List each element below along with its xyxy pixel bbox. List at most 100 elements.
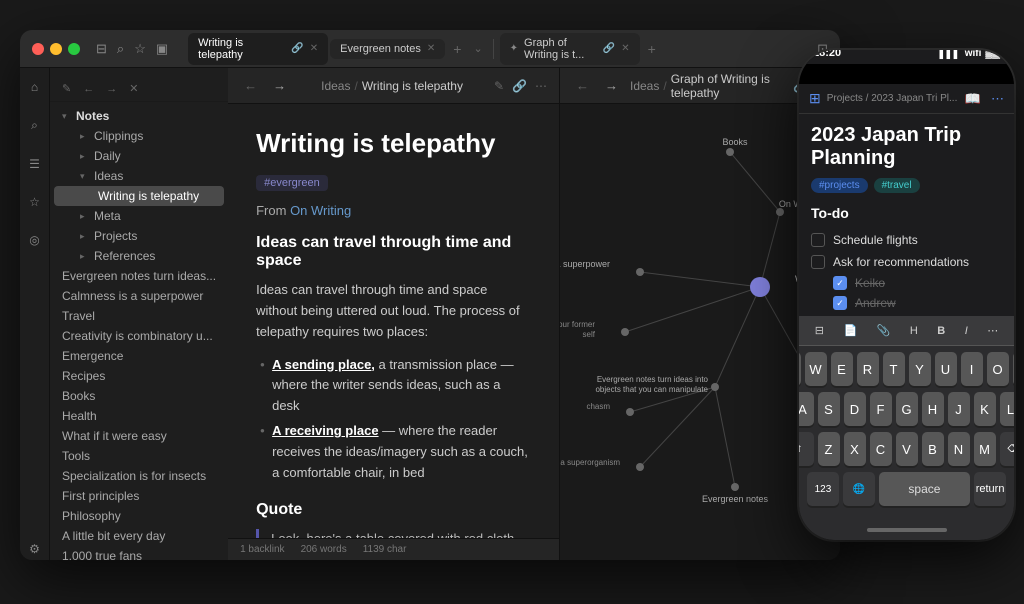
kb-icon-file[interactable]: 📄 [839, 322, 861, 339]
key-v[interactable]: V [896, 432, 918, 466]
key-space[interactable]: space [879, 472, 970, 506]
tab-close-icon[interactable]: ✕ [621, 43, 629, 54]
key-j[interactable]: J [948, 392, 970, 426]
key-s[interactable]: S [818, 392, 840, 426]
key-k[interactable]: K [974, 392, 996, 426]
home-bar[interactable] [867, 528, 947, 532]
kb-icon-table[interactable]: ⊟ [811, 322, 828, 339]
nav-icon-starred[interactable]: ☆ [25, 191, 44, 213]
kb-icon-more[interactable]: ⋯ [983, 322, 1002, 339]
phone-todo-recommendations[interactable]: Ask for recommendations [811, 251, 1002, 273]
key-x[interactable]: X [844, 432, 866, 466]
phone-tag-travel[interactable]: #travel [874, 178, 920, 193]
sidebar-item-projects[interactable]: ▸ Projects [54, 226, 224, 246]
graph-content[interactable]: Books On Writing Calmness is a superpowe… [560, 104, 840, 560]
sidebar-item-creativity[interactable]: Creativity is combinatory u... [54, 326, 224, 346]
tabs-menu-button[interactable]: ⌄ [469, 40, 486, 57]
key-u[interactable]: U [935, 352, 957, 386]
checkbox-andrew[interactable] [833, 296, 847, 310]
more-icon[interactable]: ⋯ [535, 79, 547, 93]
back-button[interactable]: ← [240, 76, 261, 95]
key-shift[interactable]: ⇧ [799, 432, 814, 466]
new-tab-button[interactable]: + [447, 39, 467, 59]
backlinks-status[interactable]: 1 backlink [240, 544, 284, 555]
kb-icon-bold[interactable]: B [933, 323, 949, 339]
sidebar-item-1000fans[interactable]: 1,000 true fans [54, 546, 224, 560]
key-h[interactable]: H [922, 392, 944, 426]
tab-graph[interactable]: ✦ Graph of Writing is t... 🔗 ✕ [500, 33, 640, 65]
key-r[interactable]: R [857, 352, 879, 386]
breadcrumb-parent-graph[interactable]: Ideas [630, 79, 659, 93]
forward-button[interactable]: → [269, 76, 290, 95]
sidebar-item-firstprinciples[interactable]: First principles [54, 486, 224, 506]
key-e[interactable]: E [831, 352, 853, 386]
key-q[interactable]: Q [799, 352, 801, 386]
key-d[interactable]: D [844, 392, 866, 426]
key-p[interactable]: P [1013, 352, 1015, 386]
key-c[interactable]: C [870, 432, 892, 466]
sidebar-item-evergreen[interactable]: Evergreen notes turn ideas... [54, 266, 224, 286]
tab-close-icon[interactable]: ✕ [310, 43, 318, 54]
key-m[interactable]: M [974, 432, 996, 466]
kb-icon-paperclip[interactable]: 📎 [873, 322, 895, 339]
tab-writing-telepathy[interactable]: Writing is telepathy 🔗 ✕ [188, 33, 328, 65]
phone-breadcrumb[interactable]: Projects / 2023 Japan Tri Pl... [827, 93, 958, 104]
sidebar-item-whatifit[interactable]: What if it were easy [54, 426, 224, 446]
key-a[interactable]: A [799, 392, 814, 426]
breadcrumb-parent[interactable]: Ideas [321, 79, 350, 93]
nav-icon-settings[interactable]: ⚙ [25, 538, 44, 560]
key-w[interactable]: W [805, 352, 827, 386]
key-z[interactable]: Z [818, 432, 840, 466]
sidebar-item-philosophy[interactable]: Philosophy [54, 506, 224, 526]
tab-evergreen-notes[interactable]: Evergreen notes ✕ [330, 39, 445, 59]
nav-icon-files[interactable]: ☰ [25, 153, 44, 175]
key-delete[interactable]: ⌫ [1000, 432, 1015, 466]
phone-sub-andrew[interactable]: Andrew [811, 293, 1002, 313]
search-icon[interactable]: ⌕ [117, 41, 124, 57]
sidebar-item-writing-telepathy[interactable]: Writing is telepathy [54, 186, 224, 206]
sidebar-item-notes[interactable]: ▾ Notes [54, 106, 224, 126]
phone-tag-projects[interactable]: #projects [811, 178, 868, 193]
checkbox-keiko[interactable] [833, 276, 847, 290]
tag-badge[interactable]: #evergreen [256, 175, 328, 191]
from-link[interactable]: On Writing [290, 203, 351, 218]
back-button-graph[interactable]: ← [572, 76, 593, 95]
sidebar-item-tools[interactable]: Tools [54, 446, 224, 466]
key-return[interactable]: return [974, 472, 1006, 506]
forward-icon[interactable]: → [102, 81, 121, 97]
phone-todo-flights[interactable]: Schedule flights [811, 229, 1002, 251]
tab-close-icon[interactable]: ✕ [427, 43, 435, 54]
sidebar-item-meta[interactable]: ▸ Meta [54, 206, 224, 226]
sidebar-item-health[interactable]: Health [54, 406, 224, 426]
close-button[interactable] [32, 43, 44, 55]
edit-icon[interactable]: ✎ [494, 79, 504, 93]
book-icon[interactable]: 📖 [965, 91, 981, 107]
sidebar-item-specialization[interactable]: Specialization is for insects [54, 466, 224, 486]
sidebar-toggle-icon[interactable]: ⊟ [96, 41, 107, 57]
sidebar-item-ideas[interactable]: ▾ Ideas [54, 166, 224, 186]
sidebar-item-references[interactable]: ▸ References [54, 246, 224, 266]
phone-sub-keiko[interactable]: Keiko [811, 273, 1002, 293]
key-i[interactable]: I [961, 352, 983, 386]
kb-icon-h[interactable]: H [906, 323, 922, 339]
bookmark-icon[interactable]: ☆ [134, 41, 146, 57]
checkbox-recommendations[interactable] [811, 255, 825, 269]
back-icon[interactable]: ← [79, 81, 98, 97]
key-o[interactable]: O [987, 352, 1009, 386]
nav-icon-home[interactable]: ⌂ [27, 76, 42, 98]
sidebar-item-travel[interactable]: Travel [54, 306, 224, 326]
link-icon[interactable]: 🔗 [512, 79, 527, 93]
key-f[interactable]: F [870, 392, 892, 426]
nav-icon-search[interactable]: ⌕ [27, 114, 42, 137]
sidebar-item-clippings[interactable]: ▸ Clippings [54, 126, 224, 146]
edit-icon[interactable]: ✎ [58, 80, 75, 97]
more-icon[interactable]: ⋯ [991, 91, 1004, 107]
close-icon[interactable]: ✕ [125, 80, 142, 97]
nav-icon-graph[interactable]: ◎ [25, 229, 43, 251]
key-globe[interactable]: 🌐 [843, 472, 875, 506]
sidebar-item-alittlebit[interactable]: A little bit every day [54, 526, 224, 546]
sidebar-item-books[interactable]: Books [54, 386, 224, 406]
sidebar-item-calmness[interactable]: Calmness is a superpower [54, 286, 224, 306]
checkbox-flights[interactable] [811, 233, 825, 247]
key-g[interactable]: G [896, 392, 918, 426]
